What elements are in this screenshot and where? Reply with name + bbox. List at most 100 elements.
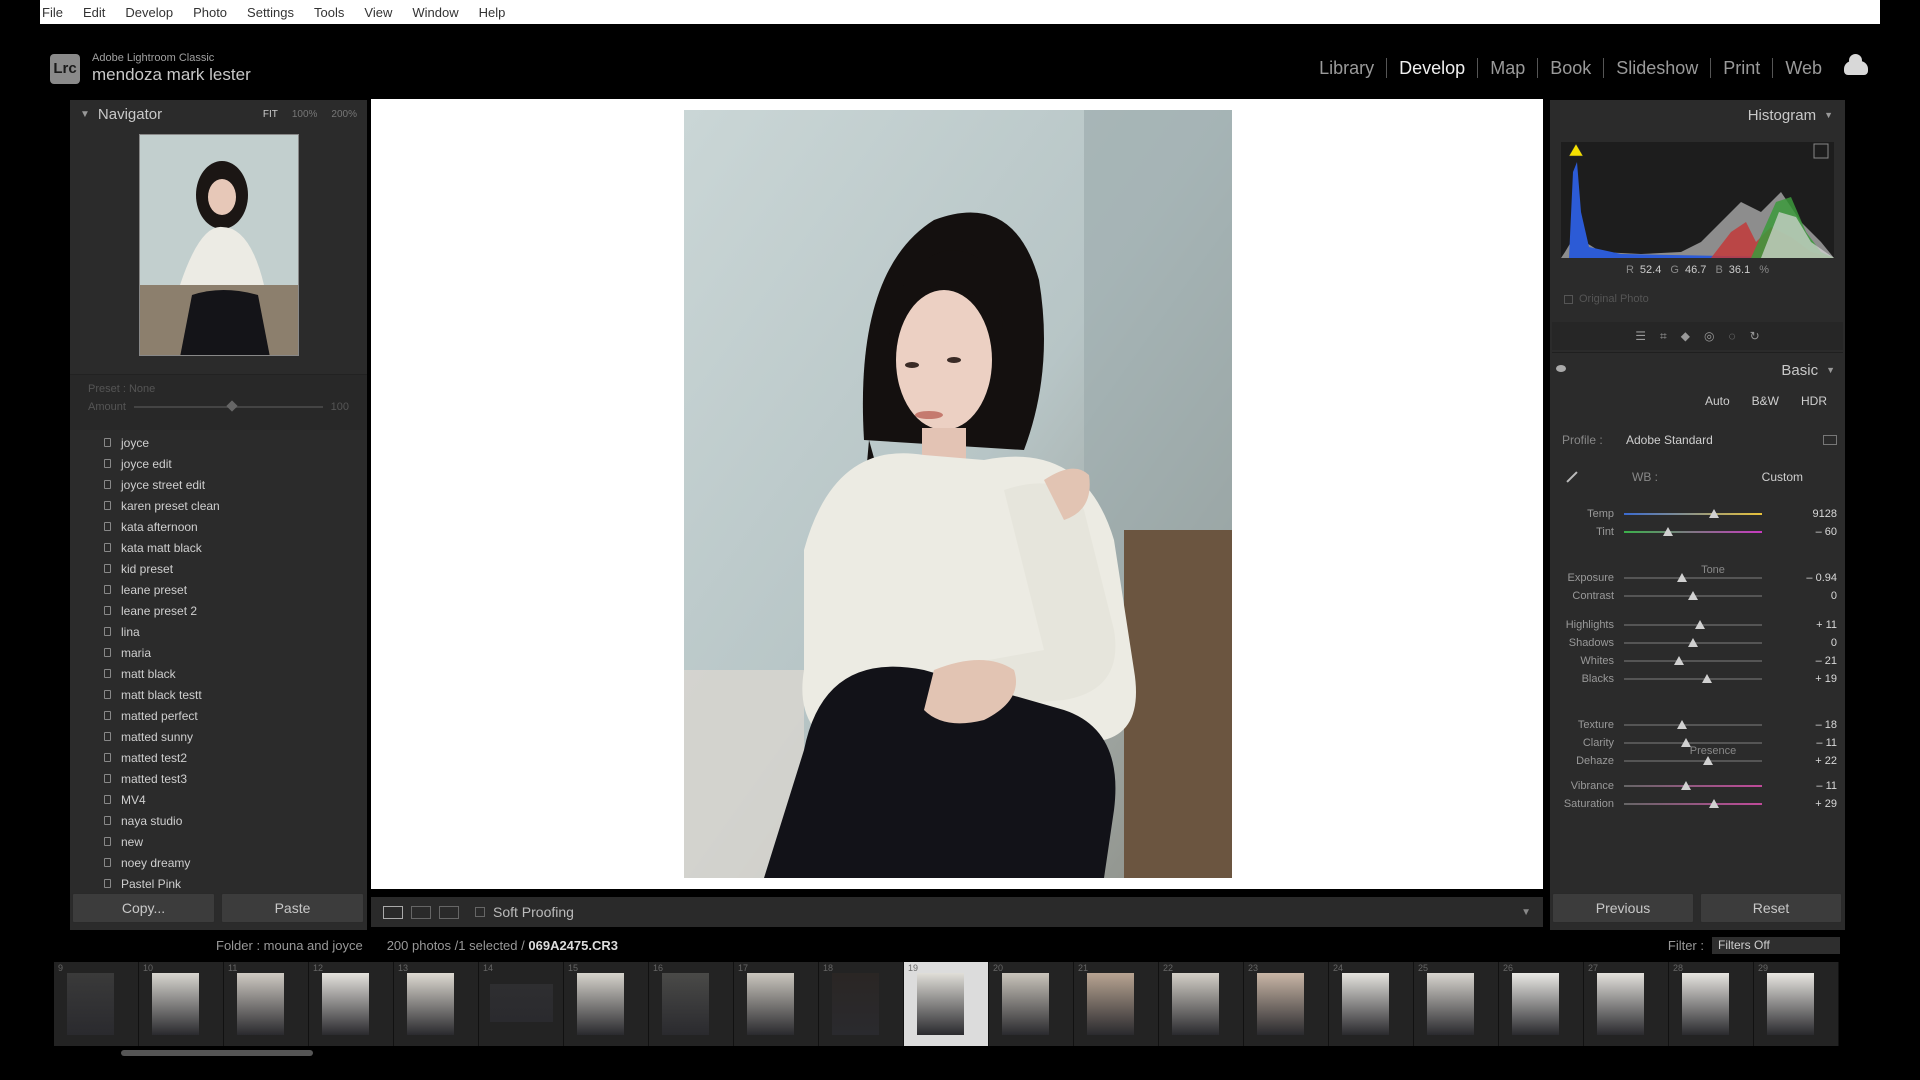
slider-saturation[interactable]: Saturation + 29 <box>1562 795 1837 813</box>
original-photo-toggle[interactable]: Original Photo <box>1564 293 1649 305</box>
filmstrip-thumbnail[interactable]: 13 <box>394 962 479 1046</box>
preset-item[interactable]: noey dreamy <box>104 852 367 873</box>
healing-icon[interactable]: ◆ <box>1681 329 1690 343</box>
slider-knob[interactable] <box>1703 756 1714 765</box>
preset-item[interactable]: joyce edit <box>104 453 367 474</box>
menu-window[interactable]: Window <box>402 5 468 20</box>
slider-shadows[interactable]: Shadows 0 <box>1562 634 1837 652</box>
menu-photo[interactable]: Photo <box>183 5 237 20</box>
slider-track[interactable] <box>1624 509 1762 518</box>
slider-tint[interactable]: Tint – 60 <box>1562 523 1837 541</box>
filmstrip-thumbnail[interactable]: 17 <box>734 962 819 1046</box>
menu-develop[interactable]: Develop <box>115 5 183 20</box>
slider-knob[interactable] <box>1694 620 1705 629</box>
module-slideshow[interactable]: Slideshow <box>1604 58 1712 78</box>
slider-value[interactable]: + 11 <box>1797 619 1837 631</box>
auto-button[interactable]: Auto <box>1705 394 1730 408</box>
module-library[interactable]: Library <box>1307 58 1388 78</box>
filmstrip-thumbnail[interactable]: 12 <box>309 962 394 1046</box>
basic-header[interactable]: Basic ▼ <box>1550 354 1845 386</box>
preset-item[interactable]: Pastel Pink <box>104 873 367 894</box>
bw-button[interactable]: B&W <box>1752 394 1779 408</box>
slider-vibrance[interactable]: Vibrance – 11 <box>1562 777 1837 795</box>
slider-value[interactable]: + 29 <box>1797 798 1837 810</box>
slider-knob[interactable] <box>1676 720 1687 729</box>
histogram[interactable] <box>1561 142 1834 258</box>
preset-item[interactable]: matted perfect <box>104 705 367 726</box>
histogram-header[interactable]: Histogram ▼ <box>1550 100 1845 130</box>
slider-knob[interactable] <box>1701 674 1712 683</box>
slider-highlights[interactable]: Highlights + 11 <box>1562 616 1837 634</box>
collapse-triangle-icon[interactable]: ▼ <box>1824 110 1833 120</box>
zoom-fit[interactable]: FIT <box>263 109 278 120</box>
slider-temp[interactable]: Temp 9128 <box>1562 505 1837 523</box>
slider-value[interactable]: – 21 <box>1797 655 1837 667</box>
preset-item[interactable]: matted test2 <box>104 747 367 768</box>
filmstrip-thumbnail[interactable]: 20 <box>989 962 1074 1046</box>
slider-knob[interactable] <box>1688 638 1698 647</box>
wb-select[interactable]: Custom <box>1762 470 1803 484</box>
preset-item[interactable]: matted sunny <box>104 726 367 747</box>
filmstrip-thumbnail[interactable]: 22 <box>1159 962 1244 1046</box>
slider-track[interactable] <box>1624 720 1762 729</box>
filmstrip-thumbnail[interactable]: 14 <box>479 962 564 1046</box>
source-indicator[interactable]: Folder : mouna and joyce <box>216 938 363 953</box>
amount-slider[interactable] <box>133 400 323 412</box>
filmstrip-thumbnail[interactable]: 19 <box>904 962 989 1046</box>
slider-value[interactable]: – 60 <box>1797 526 1837 538</box>
preset-item[interactable]: leane preset 2 <box>104 600 367 621</box>
slider-contrast[interactable]: Contrast 0 <box>1562 587 1837 605</box>
slider-value[interactable]: 0 <box>1797 590 1837 602</box>
menu-file[interactable]: File <box>40 5 73 20</box>
slider-track[interactable] <box>1624 656 1762 665</box>
slider-knob[interactable] <box>1663 527 1674 536</box>
slider-knob[interactable] <box>1708 509 1719 518</box>
original-photo-checkbox[interactable] <box>1564 294 1573 304</box>
preset-item[interactable]: leane preset <box>104 579 367 600</box>
preset-item[interactable]: matted test3 <box>104 768 367 789</box>
filmstrip-thumbnail[interactable]: 29 <box>1754 962 1839 1046</box>
slider-track[interactable] <box>1624 738 1762 747</box>
slider-track[interactable] <box>1624 638 1762 647</box>
edit-sliders-icon[interactable]: ☰ <box>1635 329 1646 343</box>
filmstrip-thumbnail[interactable]: 27 <box>1584 962 1669 1046</box>
filmstrip-thumbnail[interactable]: 11 <box>224 962 309 1046</box>
copy-button[interactable]: Copy... <box>72 893 215 923</box>
slider-track[interactable] <box>1624 573 1762 582</box>
preset-item[interactable]: new <box>104 831 367 852</box>
image-canvas[interactable] <box>371 99 1543 889</box>
wb-eyedropper-icon[interactable] <box>1562 468 1580 486</box>
filmstrip-thumbnail[interactable]: 9 <box>54 962 139 1046</box>
filmstrip-thumbnail[interactable]: 21 <box>1074 962 1159 1046</box>
menu-settings[interactable]: Settings <box>237 5 304 20</box>
profile-select[interactable]: Adobe Standard <box>1626 433 1713 447</box>
menu-help[interactable]: Help <box>469 5 516 20</box>
filmstrip-thumbnail[interactable]: 15 <box>564 962 649 1046</box>
main-photo[interactable] <box>684 110 1232 878</box>
filmstrip-thumbnail[interactable]: 26 <box>1499 962 1584 1046</box>
slider-track[interactable] <box>1624 756 1762 765</box>
slider-track[interactable] <box>1624 620 1762 629</box>
loupe-view-icon[interactable] <box>383 905 403 919</box>
compare-view-icon[interactable] <box>411 905 431 919</box>
slider-knob[interactable] <box>1708 799 1719 808</box>
preset-item[interactable]: kata afternoon <box>104 516 367 537</box>
slider-knob[interactable] <box>1681 781 1692 790</box>
collapse-triangle-icon[interactable]: ▼ <box>1826 365 1835 375</box>
navigator-preview[interactable] <box>138 134 299 356</box>
slider-whites[interactable]: Whites – 21 <box>1562 652 1837 670</box>
zoom-100[interactable]: 100% <box>292 109 318 120</box>
previous-button[interactable]: Previous <box>1552 893 1694 923</box>
navigator-header[interactable]: ▼ Navigator FIT 100% 200% <box>70 100 367 128</box>
filmstrip-thumbnail[interactable]: 10 <box>139 962 224 1046</box>
slider-track[interactable] <box>1624 674 1762 683</box>
menu-edit[interactable]: Edit <box>73 5 115 20</box>
preset-item[interactable]: karen preset clean <box>104 495 367 516</box>
filmstrip-thumbnail[interactable]: 23 <box>1244 962 1329 1046</box>
filmstrip-thumbnail[interactable]: 24 <box>1329 962 1414 1046</box>
slider-value[interactable]: + 19 <box>1797 673 1837 685</box>
preset-item[interactable]: lina <box>104 621 367 642</box>
preset-item[interactable]: kid preset <box>104 558 367 579</box>
filmstrip-thumbnail[interactable]: 18 <box>819 962 904 1046</box>
eye-icon[interactable] <box>1556 365 1566 372</box>
